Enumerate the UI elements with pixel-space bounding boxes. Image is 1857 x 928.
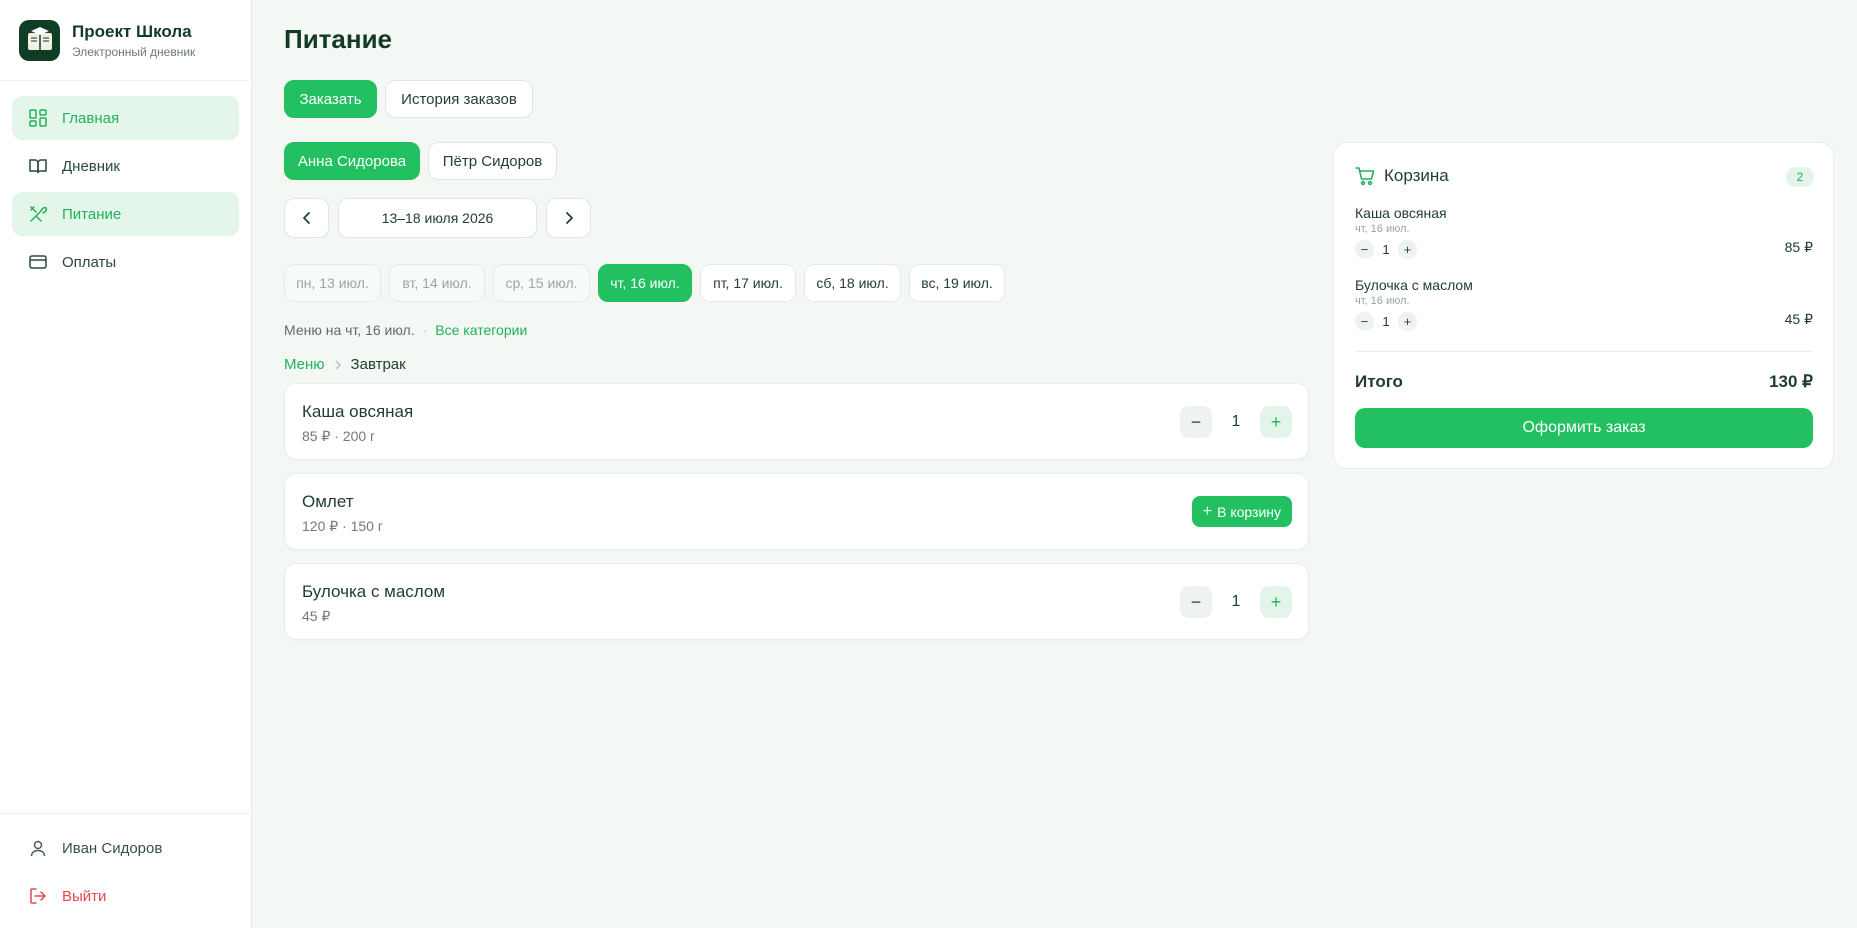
- dashboard-icon: [28, 108, 48, 128]
- cart-title: Корзина: [1384, 166, 1449, 185]
- student-tab-petr[interactable]: Пётр Сидоров: [428, 142, 557, 180]
- menu-item-name: Булочка с маслом: [302, 582, 446, 601]
- utensils-icon: [28, 204, 48, 224]
- increase-button[interactable]: +: [1260, 406, 1292, 438]
- cart-item-name: Каша овсяная: [1355, 205, 1447, 221]
- nav-item-home[interactable]: Главная: [12, 96, 239, 140]
- cart-item-date: чт, 16 июл.: [1355, 295, 1410, 307]
- student-tab-anna[interactable]: Анна Сидорова: [284, 142, 420, 180]
- next-week-button[interactable]: [546, 198, 591, 238]
- cart-item-price: 85 ₽: [1784, 239, 1813, 255]
- breadcrumb-current: Завтрак: [350, 356, 406, 373]
- menu-item-meta: 45 ₽: [302, 608, 331, 624]
- brand-title: Проект Школа: [72, 21, 192, 41]
- logout-label: Выйти: [62, 887, 107, 905]
- cart-increase-button[interactable]: +: [1398, 239, 1417, 259]
- menu-item-name: Омлет: [302, 492, 354, 511]
- nav-label-payments: Оплаты: [62, 253, 117, 271]
- cart-item-price: 45 ₽: [1784, 311, 1813, 327]
- plus-icon: +: [1202, 502, 1213, 520]
- add-to-cart-label: В корзину: [1217, 503, 1281, 520]
- cart-quantity: 1: [1382, 313, 1390, 329]
- quantity-value: 1: [1231, 413, 1241, 430]
- cart-item-controls: − 1 + 45 ₽: [1355, 311, 1813, 331]
- tab-order-history[interactable]: История заказов: [385, 80, 533, 118]
- decrease-button[interactable]: −: [1180, 586, 1212, 618]
- menu-item-meta: 120 ₽ · 150 г: [302, 518, 383, 534]
- cart-panel: Корзина 2 Каша овсяная чт, 16 июл. − 1 +…: [1333, 142, 1834, 469]
- menu-item-card: Булочка с маслом 45 ₽ − 1 +: [284, 563, 1309, 640]
- day-fri[interactable]: пт, 17 июл.: [700, 264, 796, 302]
- menu-item-name: Каша овсяная: [302, 402, 414, 421]
- cart-item-controls: − 1 + 85 ₽: [1355, 239, 1813, 259]
- chevron-right-icon: [565, 212, 573, 224]
- menu-date-text: Меню на чт, 16 июл.: [284, 322, 415, 338]
- add-to-cart-button[interactable]: + В корзину: [1191, 496, 1292, 527]
- sidebar: Проект Школа Электронный дневник Главная…: [0, 0, 252, 928]
- decrease-button[interactable]: −: [1180, 406, 1212, 438]
- brand-subtitle: Электронный дневник: [72, 44, 196, 59]
- prev-week-button[interactable]: [284, 198, 329, 238]
- cart-item: Каша овсяная чт, 16 июл. − 1 + 85 ₽: [1355, 205, 1813, 265]
- chevron-right-icon: [333, 360, 343, 370]
- day-wed[interactable]: ср, 15 июл.: [493, 264, 590, 302]
- day-mon[interactable]: пн, 13 июл.: [284, 264, 381, 302]
- menu-item-card: Каша овсяная 85 ₽ · 200 г − 1 +: [284, 383, 1309, 460]
- logout-icon: [28, 886, 48, 906]
- quantity-value: 1: [1231, 593, 1241, 610]
- menu-item-meta: 85 ₽ · 200 г: [302, 428, 376, 444]
- main-nav: Главная Дневник Питание Оплаты: [0, 81, 251, 284]
- user-icon: [28, 838, 48, 858]
- day-sat[interactable]: сб, 18 июл.: [804, 264, 901, 302]
- school-logo-icon: [19, 19, 60, 61]
- page-title: Питание: [284, 24, 393, 54]
- cart-item-date: чт, 16 июл.: [1355, 223, 1410, 235]
- menu-item-card: Омлет 120 ₽ · 150 г + В корзину: [284, 473, 1309, 550]
- user-name: Иван Сидоров: [62, 839, 163, 857]
- cart-quantity: 1: [1382, 241, 1390, 257]
- total-value: 130 ₽: [1769, 372, 1813, 391]
- breadcrumb-menu-link[interactable]: Меню: [284, 356, 325, 373]
- week-label: 13–18 июля 2026: [381, 210, 494, 226]
- nav-label-home: Главная: [62, 109, 120, 127]
- nav-item-payments[interactable]: Оплаты: [12, 240, 239, 284]
- nav-label-diary: Дневник: [62, 157, 120, 175]
- cart-decrease-button[interactable]: −: [1355, 239, 1374, 259]
- day-sun[interactable]: вс, 19 июл.: [909, 264, 1005, 302]
- nav-item-food[interactable]: Питание: [12, 192, 239, 236]
- nav-label-food: Питание: [62, 205, 122, 223]
- logout-button[interactable]: Выйти: [0, 872, 251, 920]
- checkout-button[interactable]: Оформить заказ: [1355, 408, 1813, 448]
- total-label: Итого: [1355, 372, 1403, 391]
- cart-header: Корзина: [1354, 165, 1449, 187]
- quantity-stepper: − 1 +: [1180, 586, 1292, 618]
- day-thu[interactable]: чт, 16 июл.: [598, 264, 692, 302]
- quantity-stepper: − 1 +: [1180, 406, 1292, 438]
- breadcrumb: Меню Завтрак: [284, 356, 406, 373]
- cart-count-badge: 2: [1786, 167, 1814, 187]
- cart-item-name: Булочка с маслом: [1355, 277, 1473, 293]
- book-icon: [28, 156, 48, 176]
- week-range: 13–18 июля 2026: [338, 198, 537, 238]
- day-tue[interactable]: вт, 14 июл.: [389, 264, 485, 302]
- separator-dot: ·: [422, 322, 428, 338]
- brand: Проект Школа Электронный дневник: [0, 0, 251, 81]
- chevron-left-icon: [302, 212, 310, 224]
- cart-icon: [1354, 165, 1376, 187]
- sidebar-footer: Иван Сидоров Выйти: [0, 813, 251, 928]
- divider: [1355, 351, 1813, 352]
- credit-card-icon: [28, 252, 48, 272]
- cart-increase-button[interactable]: +: [1398, 311, 1417, 331]
- all-categories-link[interactable]: Все категории: [435, 322, 527, 338]
- cart-item: Булочка с маслом чт, 16 июл. − 1 + 45 ₽: [1355, 277, 1813, 337]
- user-profile[interactable]: Иван Сидоров: [0, 824, 251, 872]
- increase-button[interactable]: +: [1260, 586, 1292, 618]
- nav-item-diary[interactable]: Дневник: [12, 144, 239, 188]
- menu-info: Меню на чт, 16 июл. · Все категории: [284, 322, 527, 338]
- cart-decrease-button[interactable]: −: [1355, 311, 1374, 331]
- tab-order[interactable]: Заказать: [284, 80, 377, 118]
